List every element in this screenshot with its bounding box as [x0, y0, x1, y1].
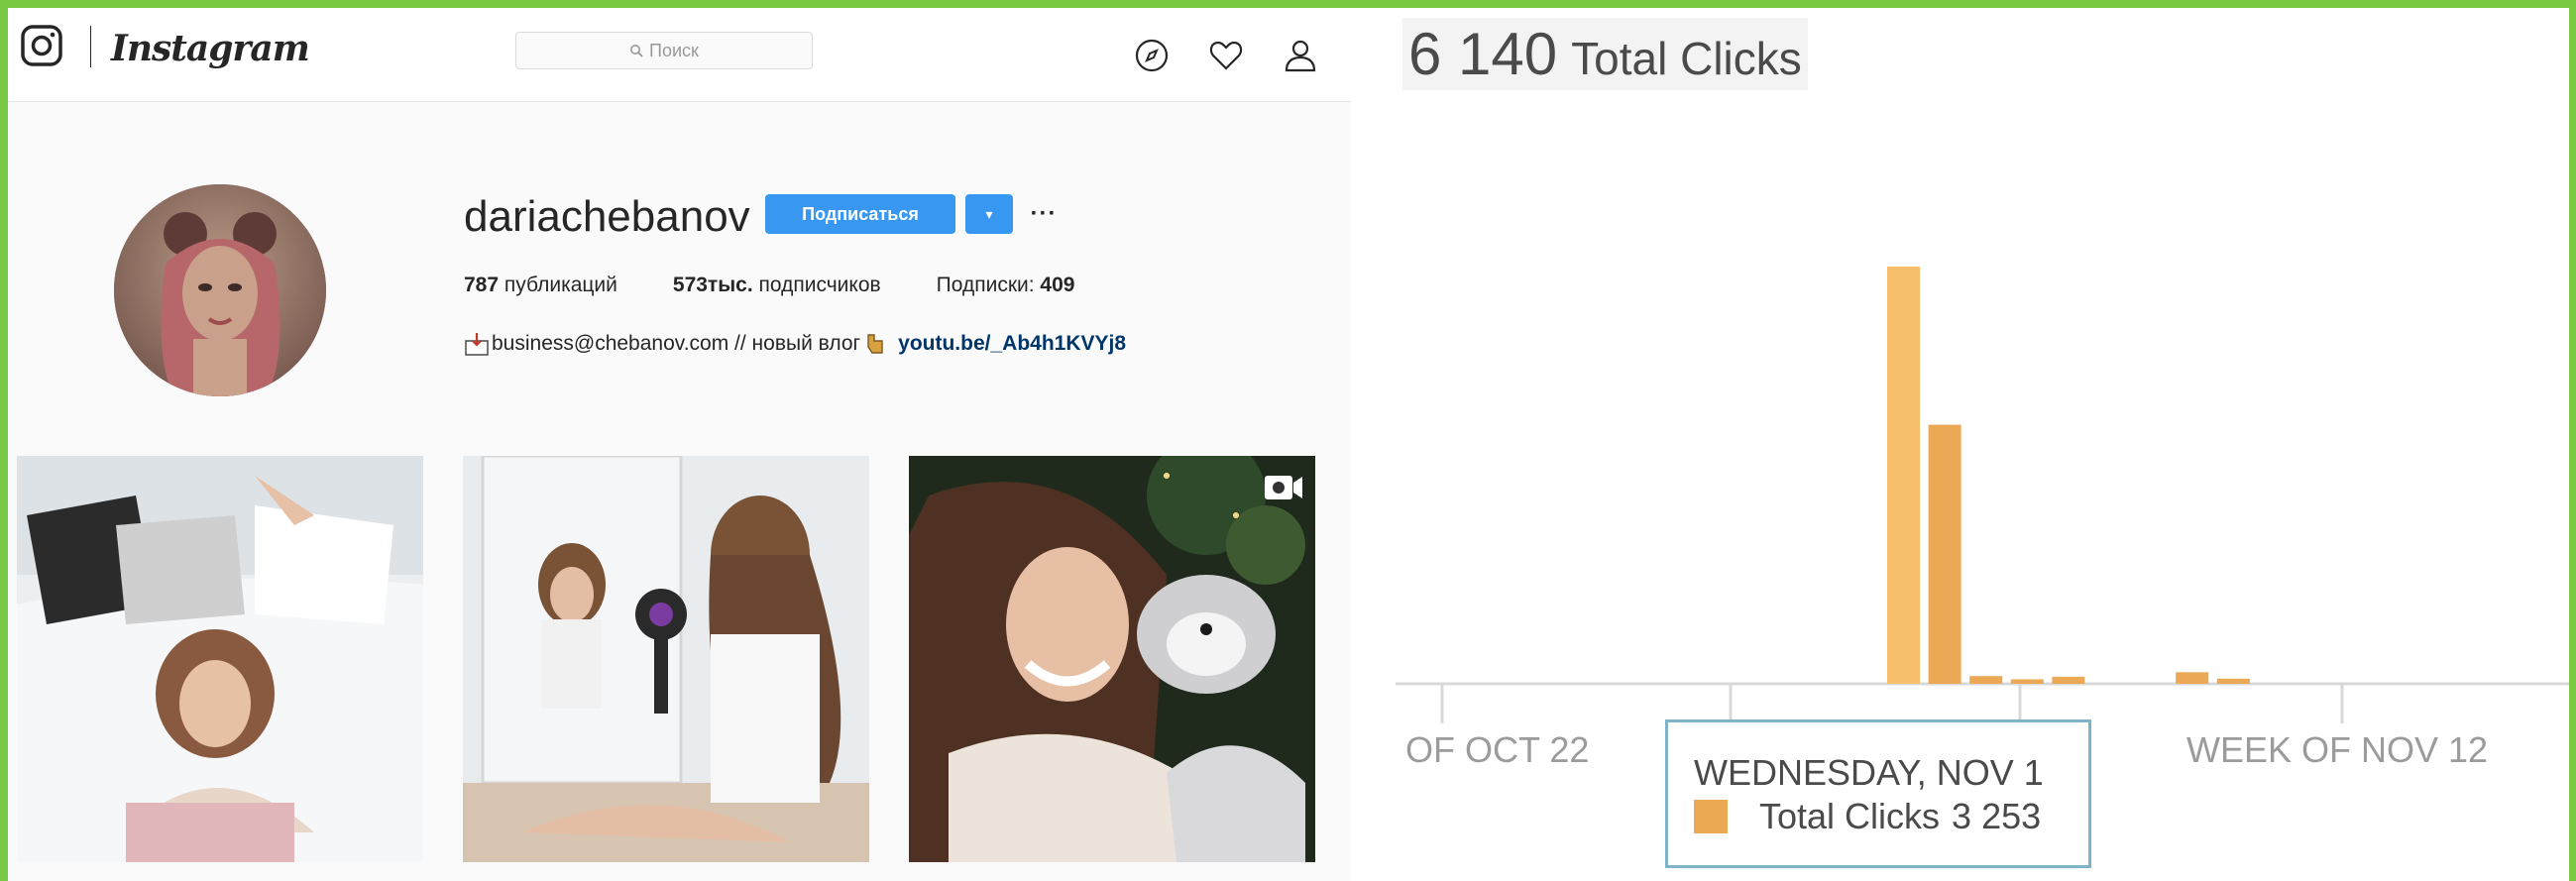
- header-divider: [90, 26, 91, 67]
- x-tick-label: WEEK OF NOV 12: [2186, 729, 2489, 770]
- pointing-hand-icon: [867, 334, 883, 354]
- chart-bar[interactable]: [2010, 679, 2044, 684]
- search-icon: [630, 45, 643, 57]
- screenshot-frame: Instagram Поиск dariachebanov Подписатьс…: [8, 8, 2569, 881]
- tooltip-legend-swatch: [1694, 800, 1728, 833]
- heart-icon[interactable]: [1208, 38, 1244, 73]
- user-icon[interactable]: [1283, 38, 1318, 73]
- instagram-logo-icon[interactable]: [20, 24, 63, 67]
- instagram-wordmark[interactable]: Instagram: [111, 28, 310, 69]
- profile-stats: 787 публикаций 573тыс. подписчиков Подпи…: [464, 274, 1130, 297]
- bio-link[interactable]: youtu.be/_Ab4h1KVYj8: [898, 332, 1126, 356]
- chart-bar[interactable]: [2052, 676, 2085, 684]
- chart-bar[interactable]: [1928, 424, 1961, 684]
- avatar[interactable]: [114, 184, 326, 396]
- tooltip-value: 3 253: [1952, 796, 2042, 836]
- instagram-profile-page: Instagram Поиск dariachebanov Подписатьс…: [8, 8, 1351, 881]
- profile-bio: business@chebanov.com // новый влог yout…: [464, 331, 1126, 357]
- posts-stat: 787 публикаций: [464, 274, 617, 297]
- video-icon: [1265, 476, 1302, 499]
- following-label: Подписки:: [936, 274, 1035, 296]
- chart-tooltip: WEDNESDAY, NOV 1 Total Clicks 3 253: [1665, 719, 2091, 868]
- more-options-button[interactable]: ···: [1029, 196, 1059, 232]
- post-thumbnail-2[interactable]: [463, 456, 869, 862]
- followers-count: 573тыс.: [672, 274, 753, 296]
- post-thumbnail-1[interactable]: [17, 456, 423, 862]
- following-count: 409: [1040, 274, 1075, 296]
- chart-bar[interactable]: [1969, 676, 2003, 684]
- suggested-dropdown-button[interactable]: ▾: [965, 194, 1013, 234]
- search-input[interactable]: Поиск: [515, 32, 813, 69]
- tooltip-date: WEDNESDAY, NOV 1: [1694, 752, 2044, 793]
- posts-label: публикаций: [504, 274, 617, 296]
- chart-bar[interactable]: [1887, 267, 1920, 684]
- chart-bar[interactable]: [2176, 672, 2209, 684]
- posts-count: 787: [464, 274, 500, 296]
- following-stat[interactable]: Подписки: 409: [937, 274, 1075, 297]
- tooltip-series-row: Total Clicks 3 253: [1694, 796, 2041, 837]
- follow-button[interactable]: Подписаться: [765, 194, 955, 234]
- bio-text: business@chebanov.com // новый влог: [492, 332, 861, 355]
- chart-bar[interactable]: [2216, 678, 2250, 684]
- search-placeholder: Поиск: [649, 40, 699, 60]
- profile-username: dariachebanov: [464, 192, 750, 241]
- inbox-tray-icon: [465, 333, 489, 356]
- instagram-header: Instagram Поиск: [8, 8, 1351, 102]
- x-tick-label: OF OCT 22: [1405, 729, 1590, 770]
- analytics-panel: 6 140 Total Clicks OF OCT 22 WEEK OF NOV…: [1351, 8, 2569, 881]
- tooltip-series-label: Total Clicks: [1759, 796, 1941, 836]
- followers-label: подписчиков: [758, 274, 881, 296]
- post-thumbnail-3[interactable]: [909, 456, 1315, 862]
- followers-stat[interactable]: 573тыс. подписчиков: [673, 274, 881, 297]
- compass-icon[interactable]: [1134, 38, 1170, 73]
